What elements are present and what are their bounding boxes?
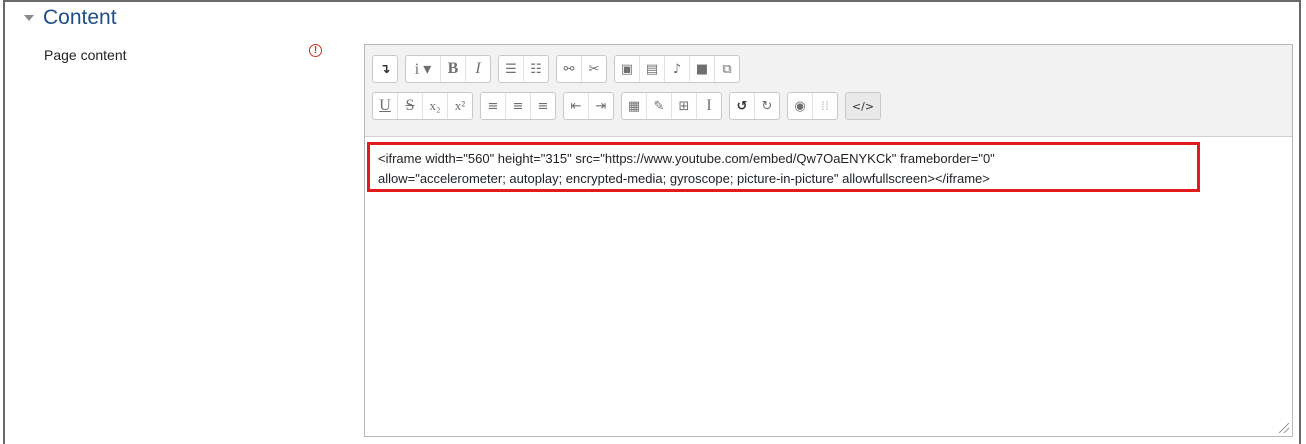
group-align: ≡ ≡ ≡ [480,92,556,120]
manage-files-button[interactable]: ⧉ [715,56,739,82]
group-style: i ▾ B I [405,55,491,83]
clear-formatting-button[interactable]: I [697,93,721,119]
collapse-caret-icon[interactable] [24,15,34,21]
align-right-button[interactable]: ≡ [531,93,555,119]
link-button[interactable]: ⚯ [557,56,582,82]
unordered-list-button[interactable]: ☰ [499,56,524,82]
table-button[interactable]: ⊞ [672,93,697,119]
group-insert: ▦ ✎ ⊞ I [621,92,722,120]
group-media: ▣ ▤ ♪ ■ ⧉ [614,55,740,83]
group-history: ↺ ↻ [729,92,780,120]
equation-button[interactable]: ▦ [622,93,647,119]
section-header[interactable]: Content [24,6,117,30]
group-toggle: ↴ [372,55,398,83]
group-links: ⚯ ✂ [556,55,607,83]
media-button[interactable]: ▤ [640,56,665,82]
group-accessibility: ◉ ⁞⁞ [787,92,838,120]
group-text-format: U S x₂ x² [372,92,473,120]
editor-content-area[interactable]: <iframe width="560" height="315" src="ht… [365,137,1292,436]
toolbar-row-2: U S x₂ x² ≡ ≡ ≡ ⇤ ⇥ ▦ ✎ ⊞ I ↺ ↻ ◉ ⁞⁞ </> [372,91,1292,121]
editor-toolbar: ↴ i ▾ B I ☰ ☷ ⚯ ✂ ▣ ▤ ♪ ■ ⧉ U S x₂ x² ≡ … [365,45,1292,137]
group-lists: ☰ ☷ [498,55,549,83]
align-center-button[interactable]: ≡ [506,93,531,119]
screenreader-helper-button[interactable]: ⁞⁞ [813,93,837,119]
underline-button[interactable]: U [373,93,398,119]
align-left-button[interactable]: ≡ [481,93,506,119]
italic-button[interactable]: I [466,56,490,82]
ordered-list-button[interactable]: ☷ [524,56,548,82]
toolbar-row-1: ↴ i ▾ B I ☰ ☷ ⚯ ✂ ▣ ▤ ♪ ■ ⧉ [372,54,1292,84]
group-source: </> [845,92,881,120]
html-source-button[interactable]: </> [846,93,880,119]
toolbar-toggle-button[interactable]: ↴ [373,56,397,82]
superscript-button[interactable]: x² [448,93,472,119]
resize-handle-icon[interactable] [1279,423,1289,433]
indent-button[interactable]: ⇥ [589,93,613,119]
subscript-button[interactable]: x₂ [423,93,448,119]
image-button[interactable]: ▣ [615,56,640,82]
accessibility-checker-button[interactable]: ◉ [788,93,813,119]
paragraph-style-button[interactable]: i ▾ [406,56,441,82]
bold-button[interactable]: B [441,56,466,82]
section-title: Content [43,6,117,29]
unlink-button[interactable]: ✂ [582,56,606,82]
record-audio-button[interactable]: ♪ [665,56,690,82]
special-character-button[interactable]: ✎ [647,93,672,119]
required-icon: ! [309,44,322,57]
outdent-button[interactable]: ⇤ [564,93,589,119]
strikethrough-button[interactable]: S [398,93,423,119]
page-content-label: Page content [44,47,127,63]
code-line-2: allow="accelerometer; autoplay; encrypte… [378,171,990,186]
html-editor: ↴ i ▾ B I ☰ ☷ ⚯ ✂ ▣ ▤ ♪ ■ ⧉ U S x₂ x² ≡ … [364,44,1293,437]
group-indent: ⇤ ⇥ [563,92,614,120]
undo-button[interactable]: ↺ [730,93,755,119]
redo-button[interactable]: ↻ [755,93,779,119]
highlighted-iframe-code[interactable]: <iframe width="560" height="315" src="ht… [367,142,1200,192]
code-line-1: <iframe width="560" height="315" src="ht… [378,151,995,166]
record-video-button[interactable]: ■ [690,56,715,82]
